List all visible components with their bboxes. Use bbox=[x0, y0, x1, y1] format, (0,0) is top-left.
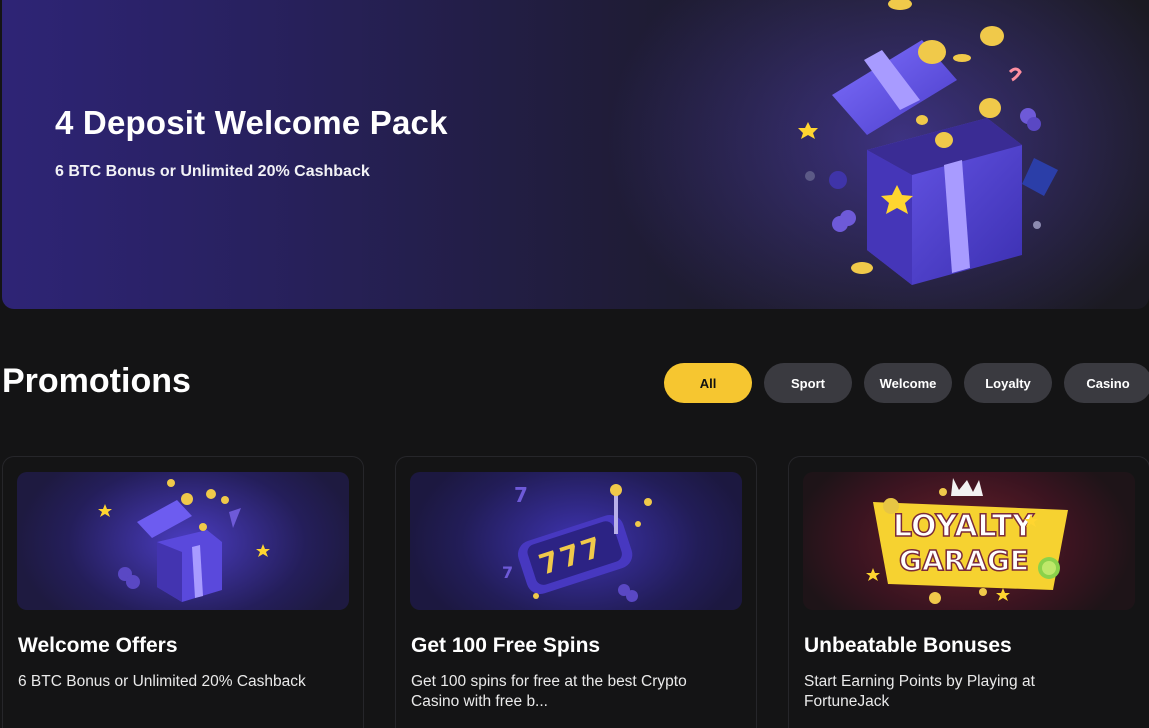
hero-banner[interactable]: 4 Deposit Welcome Pack 6 BTC Bonus or Un… bbox=[2, 0, 1149, 309]
loyalty-garage-logo: LOYALTY GARAGE bbox=[866, 478, 1068, 604]
promo-card-image bbox=[17, 472, 349, 610]
slot-reel-icon: 777 7 7 bbox=[502, 483, 652, 602]
promo-card-title: Unbeatable Bonuses bbox=[804, 634, 1012, 657]
logo-text-garage: GARAGE bbox=[899, 544, 1029, 577]
hero-subtitle: 6 BTC Bonus or Unlimited 20% Cashback bbox=[55, 163, 370, 180]
logo-text-loyalty: LOYALTY bbox=[893, 509, 1035, 544]
promo-card-title: Get 100 Free Spins bbox=[411, 634, 601, 657]
gift-box-icon bbox=[98, 479, 270, 602]
promotions-title: Promotions bbox=[2, 362, 191, 400]
gift-box-icon bbox=[798, 0, 1058, 285]
promo-card-description: Start Earning Points by Playing at Fortu… bbox=[804, 673, 1035, 710]
promo-card-title: Welcome Offers bbox=[18, 634, 178, 657]
promo-card-image: LOYALTY GARAGE bbox=[803, 472, 1135, 610]
svg-text:7: 7 bbox=[502, 563, 513, 582]
hero-title: 4 Deposit Welcome Pack bbox=[55, 104, 448, 141]
promo-card-welcome-offers[interactable]: Welcome Offers 6 BTC Bonus or Unlimited … bbox=[2, 456, 364, 728]
promotion-filters: All Sport Welcome Loyalty Casino bbox=[664, 363, 1149, 403]
promo-card-description: 6 BTC Bonus or Unlimited 20% Cashback bbox=[18, 673, 306, 690]
filter-chip-all[interactable]: All bbox=[664, 363, 752, 403]
promo-card-image: 777 7 7 bbox=[410, 472, 742, 610]
promo-card-description: Get 100 spins for free at the best Crypt… bbox=[411, 673, 687, 710]
promo-card-unbeatable-bonuses[interactable]: LOYALTY GARAGE Unbeatable Bonuses Start … bbox=[788, 456, 1149, 728]
svg-text:7: 7 bbox=[514, 483, 528, 507]
promo-card-free-spins[interactable]: 777 7 7 Get 100 Free Spins Get 100 spins… bbox=[395, 456, 757, 728]
filter-chip-sport[interactable]: Sport bbox=[764, 363, 852, 403]
filter-chip-welcome[interactable]: Welcome bbox=[864, 363, 952, 403]
filter-chip-loyalty[interactable]: Loyalty bbox=[964, 363, 1052, 403]
filter-chip-casino[interactable]: Casino bbox=[1064, 363, 1149, 403]
